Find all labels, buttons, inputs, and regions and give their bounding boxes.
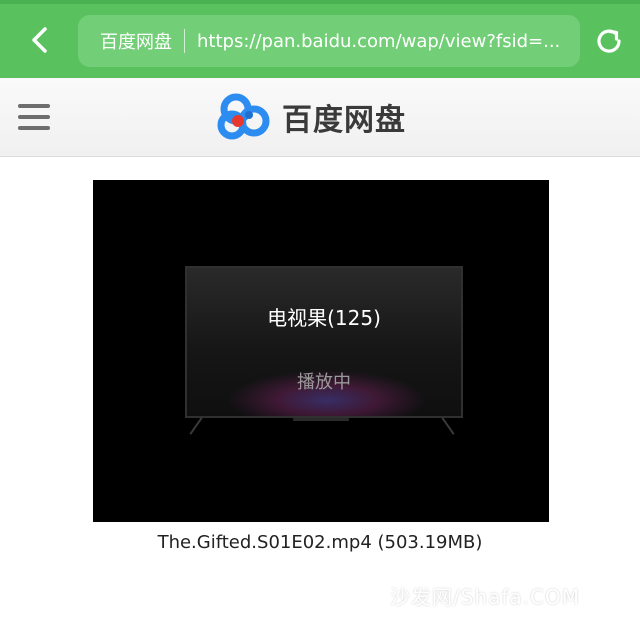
address-url[interactable]: https://pan.baidu.com/wap/view?fsid=... — [197, 31, 560, 52]
brand-logo[interactable]: 百度网盘 — [216, 92, 406, 142]
status-strip — [0, 0, 640, 4]
sofa-icon — [350, 584, 386, 608]
tv-stand-right — [441, 417, 455, 435]
address-bar[interactable]: 百度网盘 https://pan.baidu.com/wap/view?fsid… — [78, 15, 580, 67]
browser-toolbar: 百度网盘 https://pan.baidu.com/wap/view?fsid… — [0, 0, 640, 78]
watermark: 沙发网/Shafa.COM — [350, 578, 580, 612]
tv-base — [293, 418, 349, 421]
video-player[interactable]: 电视果(125) 播放中 — [93, 180, 549, 522]
tv-screen-image: 电视果(125) 播放中 — [185, 266, 463, 418]
address-site-name: 百度网盘 — [100, 32, 172, 53]
address-divider — [184, 29, 185, 53]
brand-name: 百度网盘 — [282, 103, 406, 138]
tv-stand-left — [189, 417, 203, 435]
site-header: 百度网盘 — [0, 78, 640, 157]
menu-icon-bar — [18, 115, 50, 119]
menu-button[interactable] — [18, 104, 50, 132]
tv-device-name: 电视果(125) — [267, 306, 381, 330]
menu-icon-bar — [18, 126, 50, 130]
playback-status: 播放中 — [297, 372, 351, 393]
reload-button[interactable] — [590, 22, 628, 60]
reload-icon — [597, 29, 621, 53]
file-name-caption: The.Gifted.S01E02.mp4 (503.19MB) — [157, 532, 483, 553]
menu-icon — [18, 104, 50, 108]
back-chevron-icon — [32, 27, 47, 53]
back-button[interactable] — [22, 22, 58, 58]
watermark-text: 沙发网/Shafa.COM — [390, 584, 580, 609]
baidu-cloud-logo-icon — [217, 93, 270, 140]
